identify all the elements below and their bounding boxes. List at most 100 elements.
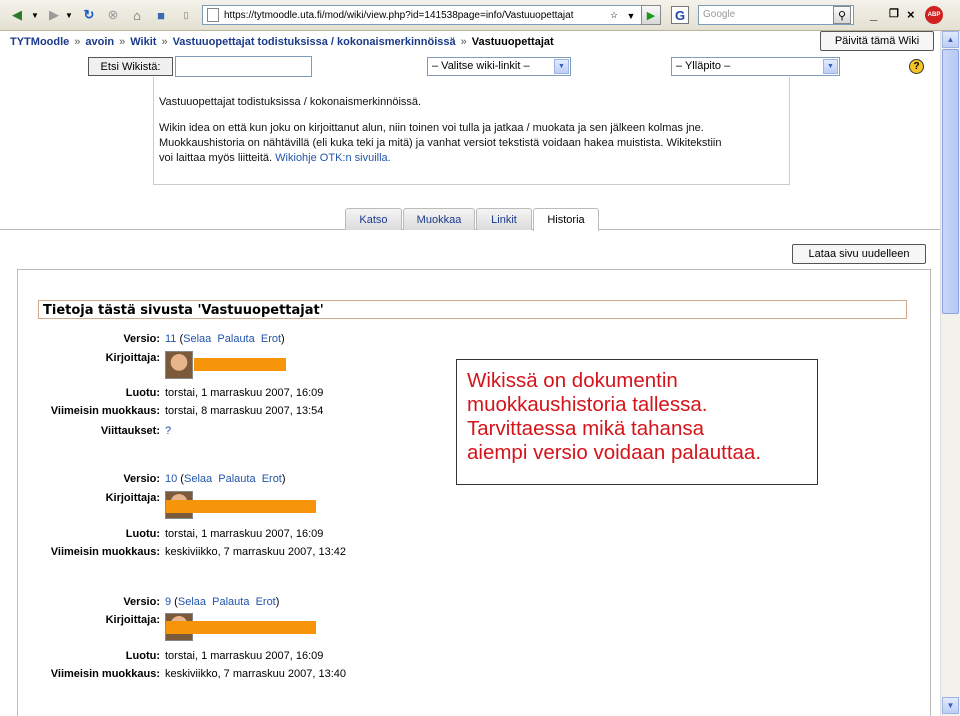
modified-value: keskiviikko, 7 marraskuu 2007, 13:40 [165,668,346,680]
breadcrumb-separator: » [119,36,126,48]
tab-linkit[interactable]: Linkit [476,208,532,230]
page-info-heading: Tietoja tästä sivusta 'Vastuuopettajat' [38,300,907,319]
bookmarks-icon[interactable]: ■ [152,6,170,24]
scrollbar-thumb[interactable] [942,49,959,314]
modified-value: keskiviikko, 7 marraskuu 2007, 13:42 [165,546,346,558]
intro-line-2: Muokkaushistoria on nähtävillä (eli kuka… [159,137,722,149]
restore-link[interactable]: Palauta [212,596,249,608]
url-text[interactable]: https://tytmoodle.uta.fi/mod/wiki/view.p… [224,10,614,21]
stop-icon[interactable]: ⊗ [104,6,122,24]
references-link[interactable]: ? [165,425,171,437]
callout-line-4: aiempi versio voidaan palauttaa. [467,441,762,464]
help-icon[interactable]: ? [909,59,924,74]
google-icon[interactable]: G [671,6,689,24]
wiki-links-select[interactable]: – Valitse wiki-linkit – ▼ [427,57,571,76]
minimize-icon[interactable]: _ [870,7,877,22]
wiki-links-select-value: – Valitse wiki-linkit – [432,60,530,72]
version-value: 9 (Selaa Palauta Erot) [165,596,280,608]
wiki-tabs: Katso Muokkaa Linkit Historia [0,207,940,231]
forward-dropdown-icon[interactable]: ▼ [64,6,74,24]
breadcrumb-separator: » [74,36,81,48]
diff-link[interactable]: Erot [256,596,276,608]
reload-page-button[interactable]: Lataa sivu uudelleen [792,244,926,264]
redacted-author-name [166,500,316,513]
address-bar[interactable]: https://tytmoodle.uta.fi/mod/wiki/view.p… [202,5,642,25]
chevron-down-icon[interactable]: ▼ [823,59,838,74]
close-icon[interactable]: × [907,7,915,22]
home-icon[interactable]: ⌂ [128,6,146,24]
diff-link[interactable]: Erot [261,333,281,345]
version-number-link[interactable]: 11 [165,333,176,345]
redacted-author-name [166,621,316,634]
admin-select[interactable]: – Ylläpito – ▼ [671,57,840,76]
version-value: 10 (Selaa Palauta Erot) [165,473,286,485]
tab-historia[interactable]: Historia [533,208,599,231]
version-label: Versio: [123,473,160,485]
adblock-icon[interactable]: ABP [925,6,943,24]
intro-title: Vastuuopettajat todistuksissa / kokonais… [159,96,422,108]
view-link[interactable]: Selaa [184,473,212,485]
search-wiki-button[interactable]: Etsi Wikistä: [88,57,173,76]
tab-katso[interactable]: Katso [345,208,402,230]
version-value: 11 (Selaa Palauta Erot) [165,333,285,345]
view-link[interactable]: Selaa [178,596,206,608]
back-dropdown-icon[interactable]: ▼ [30,6,40,24]
restore-link[interactable]: Palauta [217,333,254,345]
tab-muokkaa[interactable]: Muokkaa [403,208,475,230]
avatar[interactable] [165,351,193,379]
callout-line-2: muokkaushistoria tallessa. [467,393,708,416]
breadcrumb-separator: » [460,36,467,48]
created-value: torstai, 1 marraskuu 2007, 16:09 [165,650,324,662]
modified-label: Viimeisin muokkaus: [50,668,160,680]
url-dropdown-icon[interactable]: ▼ [623,8,639,23]
version-number-link[interactable]: 9 [165,596,171,608]
bookmark-star-icon[interactable]: ☆ [606,8,622,23]
browser-toolbar: ◀ ▼ ▶ ▼ ↻ ⊗ ⌂ ■ ▯ https://tytmoodle.uta.… [0,0,960,31]
scroll-down-icon[interactable]: ▼ [942,697,959,714]
author-label: Kirjoittaja: [105,614,160,626]
update-wiki-button[interactable]: Päivitä tämä Wiki [820,31,934,51]
created-label: Luotu: [125,387,160,399]
version-label: Versio: [123,333,160,345]
forward-arrow-icon[interactable]: ▶ [44,6,64,24]
references-label: Viittaukset: [100,425,160,437]
version-number-link[interactable]: 10 [165,473,177,485]
redacted-author-name [194,358,286,371]
tag-icon[interactable]: ▯ [177,6,195,24]
breadcrumb-separator: » [161,36,168,48]
breadcrumb-item-tytmoodle[interactable]: TYTMoodle [10,36,69,48]
version-label: Versio: [123,596,160,608]
created-value: torstai, 1 marraskuu 2007, 16:09 [165,387,324,399]
restore-link[interactable]: Palauta [218,473,255,485]
callout-line-1: Wikissä on dokumentin [467,369,678,392]
reload-icon[interactable]: ↻ [80,6,98,24]
modified-value: torstai, 8 marraskuu 2007, 13:54 [165,405,324,417]
modified-label: Viimeisin muokkaus: [50,546,160,558]
wiki-search-input[interactable] [175,56,312,77]
wiki-intro-box: Vastuuopettajat todistuksissa / kokonais… [153,77,790,185]
breadcrumb: TYTMoodle » avoin » Wikit » Vastuuopettajat to… [10,36,554,48]
modified-label: Viimeisin muokkaus: [50,405,160,417]
scroll-up-icon[interactable]: ▲ [942,31,959,48]
breadcrumb-item-wikit[interactable]: Wikit [130,36,156,48]
author-label: Kirjoittaja: [105,352,160,364]
breadcrumb-item-avoin[interactable]: avoin [85,36,114,48]
created-label: Luotu: [125,650,160,662]
created-value: torstai, 1 marraskuu 2007, 16:09 [165,528,324,540]
intro-line-1: Wikin idea on että kun joku on kirjoitta… [159,122,704,134]
web-search-input[interactable]: Google [698,5,854,25]
view-link[interactable]: Selaa [183,333,211,345]
admin-select-value: – Ylläpito – [676,60,731,72]
back-arrow-icon[interactable]: ◀ [6,6,28,24]
go-button[interactable]: ▶ [641,5,661,25]
page-icon [207,8,219,22]
restore-icon[interactable]: ❐ [889,7,899,20]
diff-link[interactable]: Erot [262,473,282,485]
breadcrumb-item-wiki[interactable]: Vastuuopettajat todistuksissa / kokonais… [173,36,456,48]
callout-line-3: Tarvittaessa mikä tahansa [467,417,705,440]
breadcrumb-current: Vastuuopettajat [471,36,554,48]
annotation-callout: Wikissä on dokumentin muokkaushistoria t… [456,359,818,485]
chevron-down-icon[interactable]: ▼ [554,59,569,74]
wiki-help-link[interactable]: Wikiohje OTK:n sivuilla. [275,152,391,164]
magnifier-icon[interactable]: ⚲ [833,6,851,24]
